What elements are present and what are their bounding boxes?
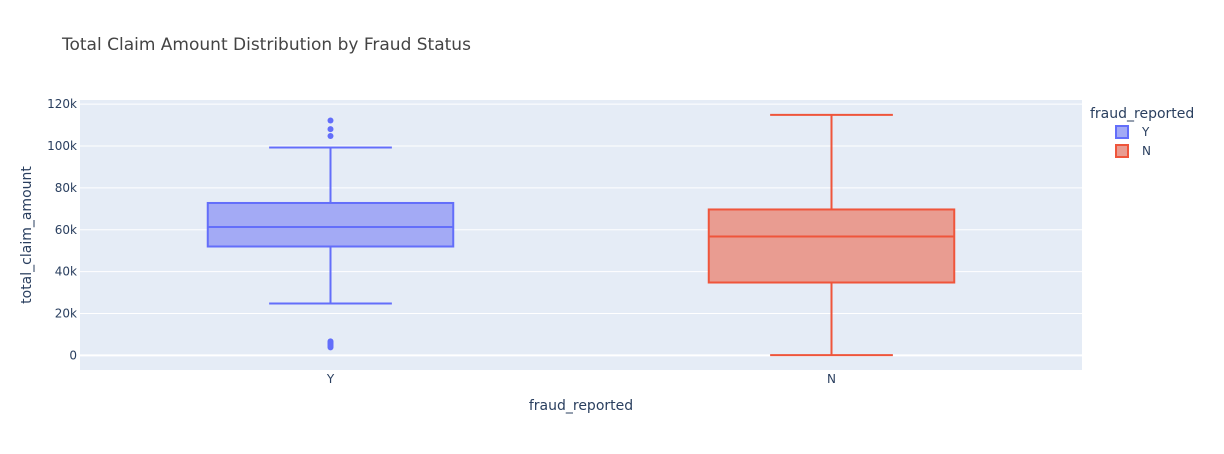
outlier-point bbox=[327, 133, 334, 139]
y-tick-label: 100k bbox=[47, 139, 77, 153]
box-plot-chart: Total Claim Amount Distribution by Fraud… bbox=[19, 35, 1194, 414]
x-tick-labels: YN bbox=[326, 372, 836, 386]
y-tick-label: 40k bbox=[55, 265, 77, 279]
legend-swatch bbox=[1115, 144, 1129, 158]
chart-root: Total Claim Amount Distribution by Fraud… bbox=[0, 0, 1224, 450]
y-tick-labels: 0 20k 40k 60k 80k 100k 120k bbox=[47, 97, 77, 362]
y-tick-label: 80k bbox=[55, 181, 77, 195]
y-tick-label: 60k bbox=[55, 223, 77, 237]
legend-label: N bbox=[1142, 144, 1151, 158]
outlier-point bbox=[327, 126, 334, 133]
legend[interactable]: fraud_reported YN bbox=[1090, 106, 1194, 158]
legend-item-Y[interactable]: Y bbox=[1115, 125, 1150, 139]
y-axis-title: total_claim_amount bbox=[19, 166, 35, 304]
legend-title: fraud_reported bbox=[1090, 106, 1194, 122]
y-tick-label: 20k bbox=[55, 306, 77, 320]
chart-title: Total Claim Amount Distribution by Fraud… bbox=[61, 35, 471, 55]
iqr-box bbox=[707, 208, 956, 284]
x-tick-label: N bbox=[827, 372, 836, 386]
outlier-point bbox=[327, 117, 334, 124]
legend-label: Y bbox=[1141, 125, 1150, 139]
legend-item-N[interactable]: N bbox=[1115, 144, 1151, 158]
y-tick-label: 120k bbox=[47, 97, 77, 111]
iqr-box bbox=[206, 201, 455, 248]
outlier-point bbox=[327, 344, 334, 351]
x-tick-label: Y bbox=[326, 372, 335, 386]
y-tick-label: 0 bbox=[69, 348, 77, 362]
legend-swatch bbox=[1115, 125, 1129, 139]
x-axis-title: fraud_reported bbox=[529, 398, 633, 414]
